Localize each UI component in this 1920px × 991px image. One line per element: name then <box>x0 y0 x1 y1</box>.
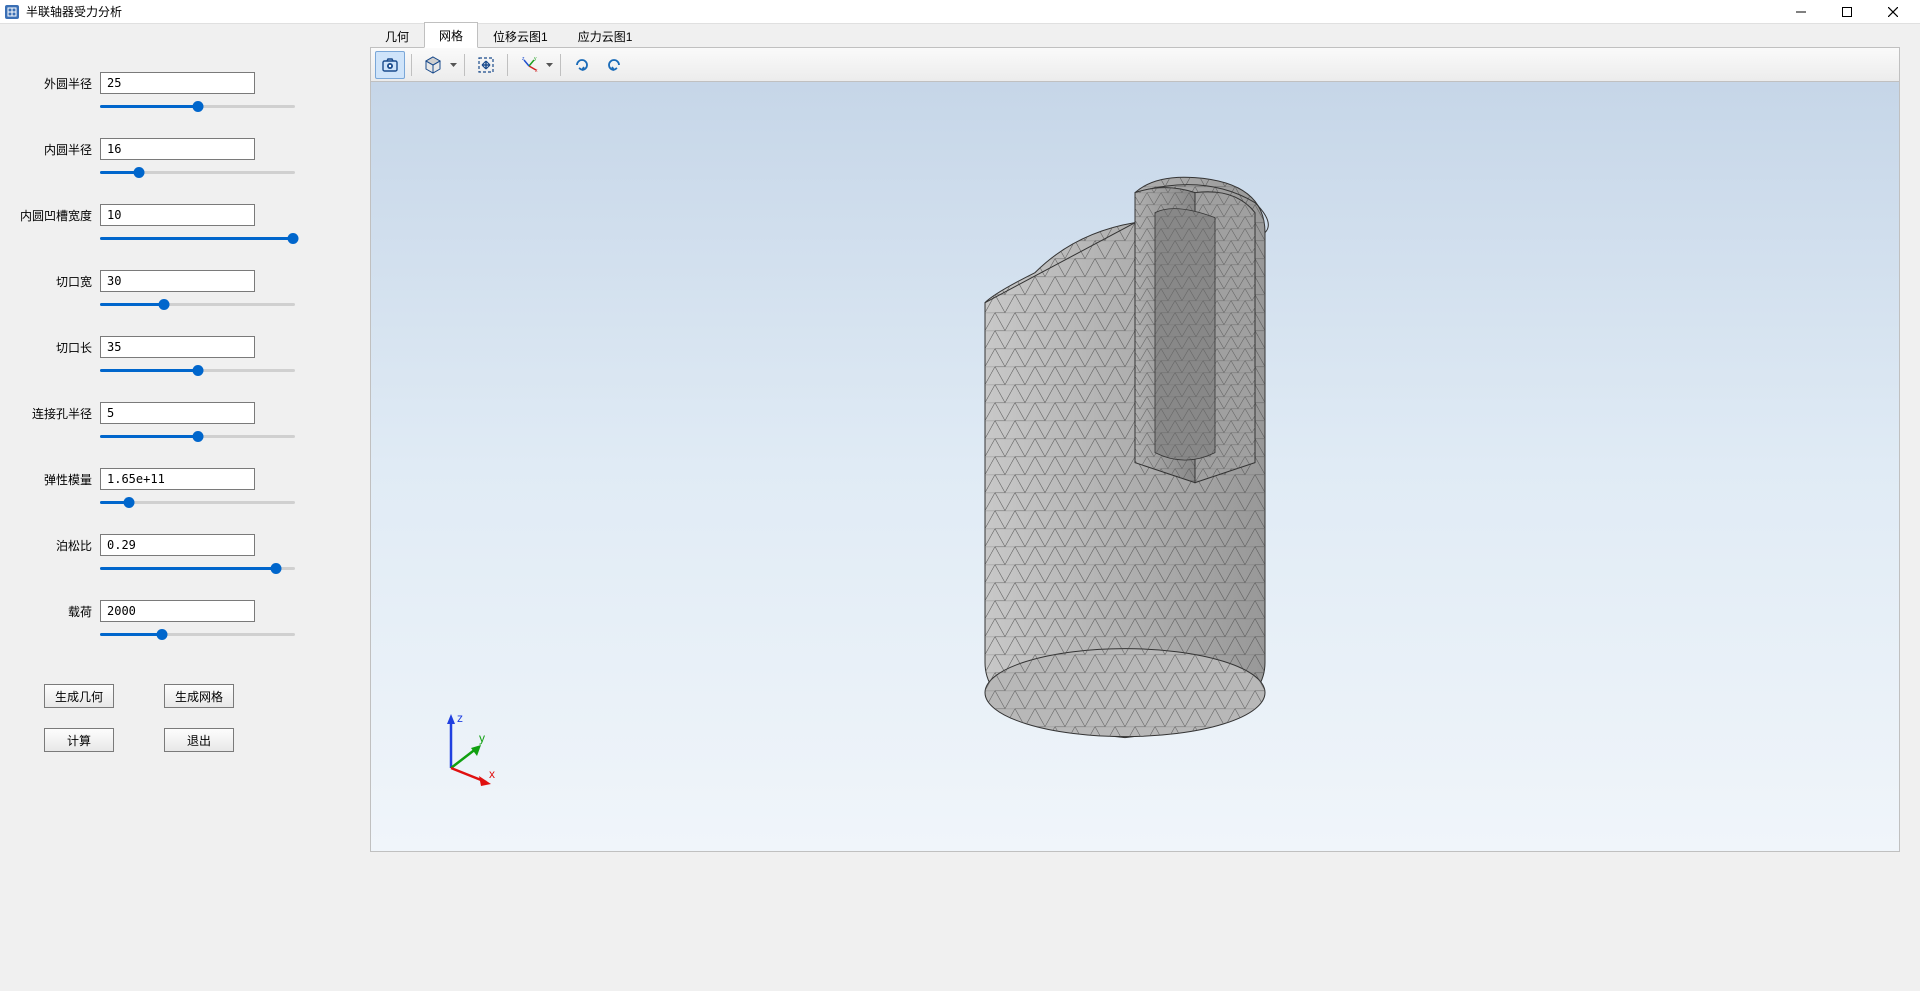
notch-length-input[interactable] <box>100 336 255 358</box>
svg-text:x: x <box>535 68 538 74</box>
param-label: 切口宽 <box>20 273 92 290</box>
fit-view-button[interactable] <box>471 51 501 79</box>
compute-button[interactable]: 计算 <box>44 728 114 752</box>
axis-z-label: z <box>457 711 463 725</box>
hole-radius-input[interactable] <box>100 402 255 424</box>
load-slider[interactable] <box>100 626 295 644</box>
notch-width-slider[interactable] <box>100 296 295 314</box>
minimize-button[interactable] <box>1778 0 1824 24</box>
3d-viewport[interactable]: z y x <box>370 82 1900 852</box>
param-label: 泊松比 <box>20 537 92 554</box>
view-cube-dropdown[interactable] <box>448 51 458 79</box>
outer-radius-input[interactable] <box>100 72 255 94</box>
poisson-ratio-slider[interactable] <box>100 560 295 578</box>
generate-mesh-button[interactable]: 生成网格 <box>164 684 234 708</box>
screenshot-button[interactable] <box>375 51 405 79</box>
groove-width-input[interactable] <box>100 204 255 226</box>
poisson-ratio-input[interactable] <box>100 534 255 556</box>
axes-toggle-button[interactable]: x y z <box>514 51 544 79</box>
titlebar: 半联轴器受力分析 <box>0 0 1920 24</box>
window-title: 半联轴器受力分析 <box>26 3 1778 20</box>
exit-button[interactable]: 退出 <box>164 728 234 752</box>
parameter-sidebar: 外圆半径 内圆半径 内圆凹槽宽度 <box>0 24 370 991</box>
param-label: 内圆凹槽宽度 <box>20 207 92 224</box>
viewport-toolbar: x y z <box>370 48 1900 82</box>
window-controls <box>1778 0 1916 24</box>
param-label: 弹性模量 <box>20 471 92 488</box>
hole-radius-slider[interactable] <box>100 428 295 446</box>
svg-text:y: y <box>534 56 537 62</box>
maximize-button[interactable] <box>1824 0 1870 24</box>
param-label: 内圆半径 <box>20 141 92 158</box>
close-button[interactable] <box>1870 0 1916 24</box>
groove-width-slider[interactable] <box>100 230 295 248</box>
param-label: 载荷 <box>20 603 92 620</box>
view-cube-button[interactable] <box>418 51 448 79</box>
inner-radius-slider[interactable] <box>100 164 295 182</box>
mesh-model <box>895 132 1375 775</box>
tab-bar: 几何 网格 位移云图1 应力云图1 <box>370 24 1900 48</box>
param-label: 外圆半径 <box>20 75 92 92</box>
elastic-modulus-input[interactable] <box>100 468 255 490</box>
axes-dropdown[interactable] <box>544 51 554 79</box>
app-icon <box>4 4 20 20</box>
elastic-modulus-slider[interactable] <box>100 494 295 512</box>
notch-width-input[interactable] <box>100 270 255 292</box>
inner-radius-input[interactable] <box>100 138 255 160</box>
rotate-ccw-button[interactable] <box>599 51 629 79</box>
notch-length-slider[interactable] <box>100 362 295 380</box>
rotate-cw-button[interactable] <box>567 51 597 79</box>
axis-x-label: x <box>489 767 495 781</box>
generate-geometry-button[interactable]: 生成几何 <box>44 684 114 708</box>
param-label: 连接孔半径 <box>20 405 92 422</box>
param-label: 切口长 <box>20 339 92 356</box>
tab-stress[interactable]: 应力云图1 <box>563 23 648 48</box>
tab-mesh[interactable]: 网格 <box>424 22 478 48</box>
outer-radius-slider[interactable] <box>100 98 295 116</box>
axis-y-label: y <box>479 731 485 745</box>
axis-gizmo: z y x <box>431 708 511 791</box>
tab-geometry[interactable]: 几何 <box>370 23 424 48</box>
load-input[interactable] <box>100 600 255 622</box>
tab-displacement[interactable]: 位移云图1 <box>478 23 563 48</box>
